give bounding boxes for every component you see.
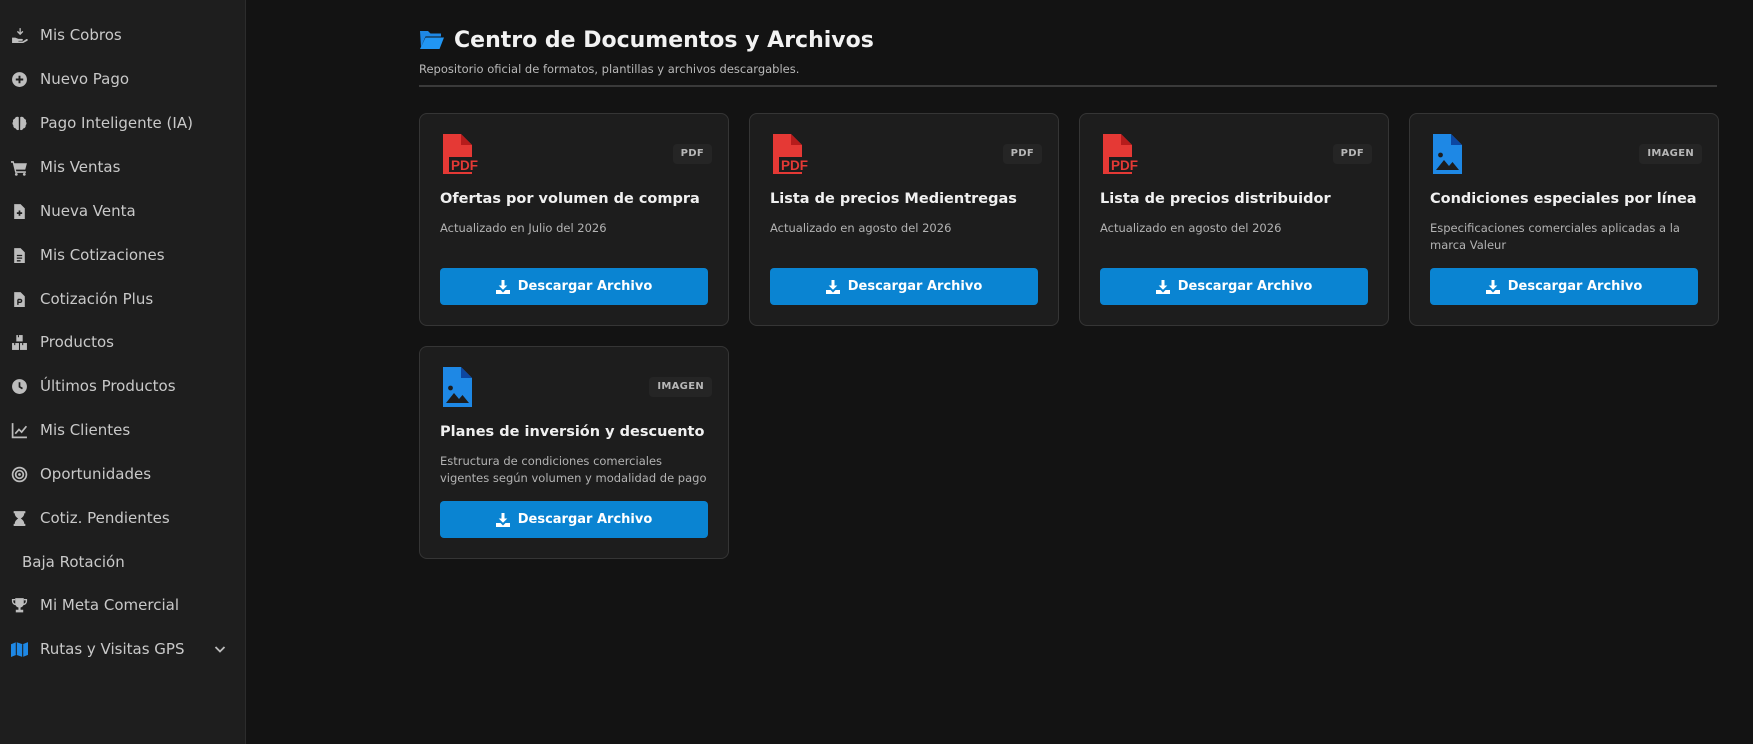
download-icon <box>495 279 510 294</box>
download-button-label: Descargar Archivo <box>517 512 653 527</box>
file-type-badge: PDF <box>1332 144 1372 164</box>
sidebar-item-pago-inteligente[interactable]: Pago Inteligente (IA) <box>0 103 245 143</box>
document-card: PDF PDF Ofertas por volumen de compra Ac… <box>419 113 729 326</box>
document-card: PDF PDF Lista de precios distribuidor Ac… <box>1079 113 1389 326</box>
svg-text:PDF: PDF <box>1111 158 1138 173</box>
sidebar-item-label: Rutas y Visitas GPS <box>40 640 185 658</box>
download-button-label: Descargar Archivo <box>847 279 983 294</box>
sidebar-item-mis-clientes[interactable]: Mis Clientes <box>0 410 245 450</box>
document-title: Condiciones especiales por línea <box>1430 191 1697 207</box>
sidebar-item-label: Mis Ventas <box>40 158 121 176</box>
sidebar-item-cotiz-pendientes[interactable]: Cotiz. Pendientes <box>0 498 245 538</box>
svg-text:PDF: PDF <box>451 158 478 173</box>
file-plus-icon <box>10 202 28 220</box>
sidebar-item-label: Productos <box>40 333 114 351</box>
sidebar-item-mis-cotizaciones[interactable]: Mis Cotizaciones <box>0 235 245 275</box>
download-button-label: Descargar Archivo <box>1507 279 1643 294</box>
file-pdf-icon: PDF <box>773 134 810 174</box>
document-title: Planes de inversión y descuento <box>440 424 705 440</box>
svg-text:PDF: PDF <box>781 158 808 173</box>
sidebar-item-mis-cobros[interactable]: Mis Cobros <box>0 15 245 55</box>
cart-icon <box>10 158 28 176</box>
app-root: Mis Cobros Nuevo Pago Pago Inteligente (… <box>0 0 1753 744</box>
header-divider <box>419 85 1717 87</box>
file-invoice-icon <box>10 290 28 308</box>
file-image-icon <box>1433 134 1462 174</box>
sidebar-item-label: Nueva Venta <box>40 202 136 220</box>
download-button[interactable]: Descargar Archivo <box>440 501 708 538</box>
document-description: Especificaciones comerciales aplicadas a… <box>1430 221 1680 252</box>
plus-circle-icon <box>10 70 28 88</box>
document-title: Lista de precios distribuidor <box>1100 191 1331 207</box>
download-button[interactable]: Descargar Archivo <box>1430 268 1698 305</box>
sidebar-item-label: Mis Cotizaciones <box>40 246 165 264</box>
download-icon <box>1485 279 1500 294</box>
sidebar-item-label: Mi Meta Comercial <box>40 596 179 614</box>
download-button-label: Descargar Archivo <box>1177 279 1313 294</box>
sidebar: Mis Cobros Nuevo Pago Pago Inteligente (… <box>0 0 246 744</box>
page-title: Centro de Documentos y Archivos <box>454 27 874 53</box>
document-title: Ofertas por volumen de compra <box>440 191 700 207</box>
sidebar-item-productos[interactable]: Productos <box>0 322 245 362</box>
sidebar-item-ultimos-productos[interactable]: Últimos Productos <box>0 366 245 406</box>
hand-money-icon <box>10 26 28 44</box>
map-icon <box>10 640 28 658</box>
download-button[interactable]: Descargar Archivo <box>1100 268 1368 305</box>
download-icon <box>1155 279 1170 294</box>
hourglass-icon <box>10 509 28 527</box>
sidebar-item-label: Últimos Productos <box>40 377 176 395</box>
sidebar-item-mi-meta-comercial[interactable]: Mi Meta Comercial <box>0 585 245 625</box>
file-type-badge: IMAGEN <box>1639 144 1702 164</box>
chart-line-icon <box>10 421 28 439</box>
page-header: Centro de Documentos y Archivos Reposito… <box>419 24 1717 77</box>
download-icon <box>825 279 840 294</box>
file-pdf-icon: PDF <box>1103 134 1140 174</box>
sidebar-item-baja-rotacion[interactable]: Baja Rotación <box>0 542 245 582</box>
document-description: Actualizado en agosto del 2026 <box>770 221 952 235</box>
file-image-icon <box>443 367 472 407</box>
file-text-icon <box>10 246 28 264</box>
sidebar-item-label: Nuevo Pago <box>40 70 130 88</box>
sidebar-item-oportunidades[interactable]: Oportunidades <box>0 454 245 494</box>
document-title: Lista de precios Medientregas <box>770 191 1017 207</box>
folder-open-icon <box>420 31 444 49</box>
file-type-badge: PDF <box>1002 144 1042 164</box>
sidebar-item-label: Cotiz. Pendientes <box>40 509 170 527</box>
sidebar-item-label: Baja Rotación <box>22 553 125 571</box>
download-button[interactable]: Descargar Archivo <box>440 268 708 305</box>
download-button-label: Descargar Archivo <box>517 279 653 294</box>
sidebar-item-label: Oportunidades <box>40 465 152 483</box>
file-type-badge: IMAGEN <box>649 377 712 397</box>
brain-icon <box>10 114 28 132</box>
document-card: IMAGEN Condiciones especiales por línea … <box>1409 113 1719 326</box>
trophy-icon <box>10 596 28 614</box>
sidebar-item-label: Mis Cobros <box>40 26 122 44</box>
page-subtitle: Repositorio oficial de formatos, plantil… <box>419 62 800 76</box>
file-pdf-icon: PDF <box>443 134 480 174</box>
main-content: Centro de Documentos y Archivos Reposito… <box>247 0 1753 744</box>
sidebar-item-nuevo-pago[interactable]: Nuevo Pago <box>0 59 245 99</box>
sidebar-item-label: Cotización Plus <box>40 290 154 308</box>
sidebar-item-label: Pago Inteligente (IA) <box>40 114 193 132</box>
download-icon <box>495 512 510 527</box>
sidebar-item-nueva-venta[interactable]: Nueva Venta <box>0 191 245 231</box>
clock-icon <box>10 377 28 395</box>
sidebar-item-rutas-visitas-gps[interactable]: Rutas y Visitas GPS <box>0 629 245 669</box>
document-card: IMAGEN Planes de inversión y descuento E… <box>419 346 729 559</box>
document-description: Actualizado en agosto del 2026 <box>1100 221 1282 235</box>
boxes-icon <box>10 333 28 351</box>
title-row: Centro de Documentos y Archivos <box>419 24 1717 56</box>
document-description: Actualizado en Julio del 2026 <box>440 221 607 235</box>
sidebar-item-mis-ventas[interactable]: Mis Ventas <box>0 147 245 187</box>
sidebar-item-label: Mis Clientes <box>40 421 131 439</box>
file-type-badge: PDF <box>672 144 712 164</box>
download-button[interactable]: Descargar Archivo <box>770 268 1038 305</box>
document-card: PDF PDF Lista de precios Medientregas Ac… <box>749 113 1059 326</box>
document-description: Estructura de condiciones comerciales vi… <box>440 454 707 485</box>
target-icon <box>10 465 28 483</box>
chevron-down-icon[interactable] <box>212 641 228 657</box>
sidebar-item-cotizacion-plus[interactable]: Cotización Plus <box>0 279 245 319</box>
